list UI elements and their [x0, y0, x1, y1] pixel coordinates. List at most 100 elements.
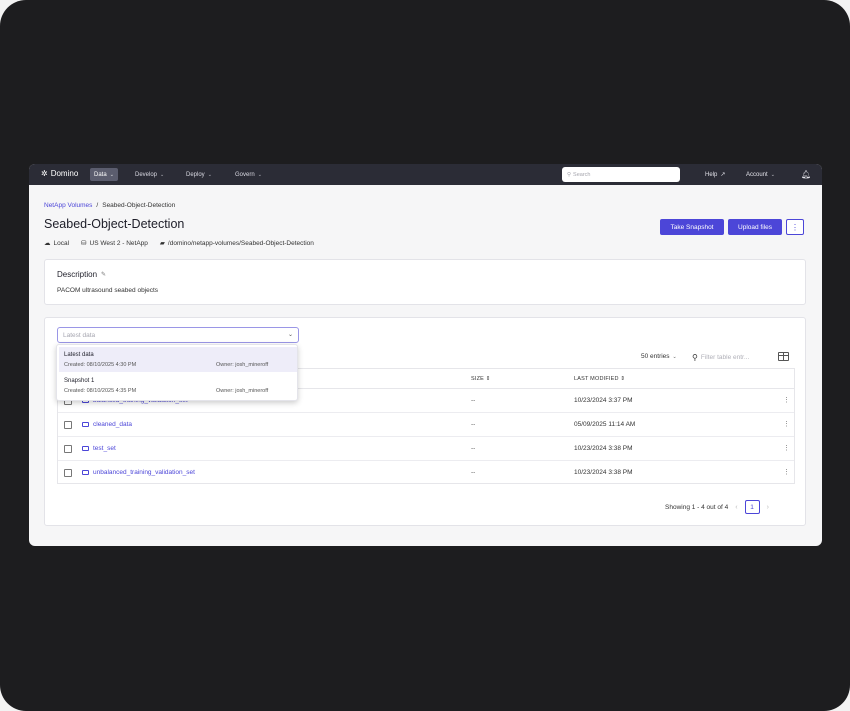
folder-link[interactable]: cleaned_data	[82, 421, 132, 428]
cloud-icon: ☁	[44, 240, 51, 247]
description-title: Description	[57, 270, 98, 279]
chevron-down-icon: ⌄	[207, 171, 212, 178]
folder-link[interactable]: test_set	[82, 445, 116, 452]
search-icon: ⚲	[567, 171, 572, 178]
take-snapshot-button[interactable]: Take Snapshot	[660, 219, 724, 235]
folder-icon	[82, 446, 89, 451]
top-nav: ✲ Domino Data ⌄ Develop ⌄ Deploy ⌄ Govern ⌄ …	[29, 164, 822, 185]
row-menu-icon[interactable]: ⋮	[783, 444, 790, 452]
meta-region: ⛁ US West 2 - NetApp	[81, 239, 148, 247]
row-menu-icon[interactable]: ⋮	[783, 468, 790, 476]
row-menu-icon[interactable]: ⋮	[783, 420, 790, 428]
row-modified: 10/23/2024 3:38 PM	[574, 469, 633, 476]
row-size: --	[471, 469, 476, 476]
row-menu-icon[interactable]: ⋮	[783, 396, 790, 404]
row-checkbox[interactable]	[64, 445, 72, 453]
table-row[interactable]: unbalanced_training_validation_set -- 10…	[58, 461, 794, 485]
account-label: Account	[746, 171, 768, 178]
row-checkbox[interactable]	[64, 421, 72, 429]
region-text: US West 2 - NetApp	[89, 240, 148, 247]
search-placeholder: Search	[573, 171, 591, 178]
folder-link[interactable]: unbalanced_training_validation_set	[82, 469, 195, 476]
help-label: Help	[705, 171, 718, 178]
entries-select[interactable]: 50 entries ⌄	[641, 353, 677, 360]
chevron-down-icon: ⌄	[287, 332, 293, 338]
filter-placeholder: Filter table entr...	[700, 354, 750, 361]
page-title: Seabed-Object-Detection	[44, 217, 185, 231]
breadcrumb-separator: /	[96, 202, 99, 209]
notifications-icon[interactable]: 🔔︎	[801, 168, 811, 181]
breadcrumb-current: Seabed-Object-Detection	[102, 202, 176, 209]
folder-icon	[82, 470, 89, 475]
row-size: --	[471, 397, 476, 404]
row-checkbox[interactable]	[64, 469, 72, 477]
entries-label: 50 entries	[641, 353, 670, 360]
edit-pencil-icon[interactable]: ✎	[101, 271, 106, 278]
meta-location: ☁ Local	[44, 239, 69, 247]
row-modified: 10/23/2024 3:38 PM	[574, 445, 633, 452]
nav-govern[interactable]: Govern ⌄	[231, 168, 266, 181]
description-body: PACOM ultrasound seabed objects	[57, 287, 159, 294]
folder-name: unbalanced_training_validation_set	[93, 469, 195, 476]
help-link[interactable]: Help ↗	[705, 168, 725, 181]
filter-table-input[interactable]: ⚲ Filter table entr...	[692, 353, 749, 362]
account-menu[interactable]: Account ⌄	[746, 168, 775, 181]
row-modified: 10/23/2024 3:37 PM	[574, 397, 633, 404]
chevron-down-icon: ⌄	[257, 171, 262, 178]
column-last-modified[interactable]: LAST MODIFIED ⇕	[574, 376, 625, 382]
option-owner: Owner: josh_mineroff	[216, 388, 269, 394]
snapshot-select-value: Latest data	[63, 331, 96, 339]
volume-meta: ☁ Local ⛁ US West 2 - NetApp ▰/domino/neta…	[44, 239, 314, 247]
chevron-down-icon: ⌄	[160, 171, 165, 178]
row-size: --	[471, 421, 476, 428]
page-1-button[interactable]: 1	[744, 500, 760, 514]
breadcrumb: NetApp Volumes / Seabed-Object-Detection	[44, 202, 175, 209]
path-text: /domino/netapp-volumes/Seabed-Object-Det…	[167, 240, 314, 247]
table-row[interactable]: test_set -- 10/23/2024 3:38 PM ⋮	[58, 437, 794, 461]
column-size[interactable]: SIZE ⇕	[471, 376, 491, 382]
more-options-button[interactable]: ⋮	[786, 219, 804, 235]
snapshot-option-1[interactable]: Snapshot 1 Created: 08/10/2025 4:35 PM O…	[59, 373, 297, 398]
screen-frame: ✲ Domino Data ⌄ Develop ⌄ Deploy ⌄ Govern ⌄ …	[0, 0, 850, 711]
snapshot-dropdown-menu: Latest data Created: 08/10/2025 4:30 PM …	[56, 344, 298, 401]
option-created: Created: 08/10/2025 4:30 PM	[64, 362, 137, 368]
global-search-input[interactable]: ⚲ Search	[562, 167, 680, 182]
meta-path: ▰/domino/netapp-volumes/Seabed-Object-De…	[160, 239, 314, 247]
domino-logo-icon: ✲	[41, 169, 48, 178]
folder-name: cleaned_data	[93, 421, 133, 428]
snapshot-select[interactable]: Latest data ⌄	[57, 327, 299, 343]
chevron-down-icon: ⌄	[109, 171, 114, 178]
pagination: Showing 1 - 4 out of 4 ‹ 1 ›	[665, 500, 769, 514]
domino-logo[interactable]: ✲ Domino	[41, 169, 78, 178]
table-row[interactable]: cleaned_data -- 05/09/2025 11:14 AM ⋮	[58, 413, 794, 437]
snapshot-option-latest[interactable]: Latest data Created: 08/10/2025 4:30 PM …	[59, 347, 297, 372]
nav-deploy[interactable]: Deploy ⌄	[182, 168, 216, 181]
nav-deploy-label: Deploy	[186, 171, 205, 178]
option-owner: Owner: josh_mineroff	[216, 362, 269, 368]
nav-develop[interactable]: Develop ⌄	[131, 168, 168, 181]
sort-icon: ⇕	[620, 376, 626, 382]
external-link-icon: ↗	[720, 172, 726, 178]
description-card: Description ✎ PACOM ultrasound seabed ob…	[44, 259, 806, 305]
chevron-down-icon: ⌄	[770, 171, 775, 178]
option-name: Latest data	[64, 352, 94, 358]
nav-data[interactable]: Data ⌄	[90, 168, 118, 181]
next-page-icon[interactable]: ›	[767, 504, 769, 511]
nav-data-label: Data	[94, 171, 107, 178]
search-icon: ⚲	[692, 353, 698, 362]
storage-icon: ⛁	[81, 240, 87, 247]
nav-govern-label: Govern	[235, 171, 255, 178]
logo-text: Domino	[50, 169, 79, 178]
breadcrumb-netapp-volumes[interactable]: NetApp Volumes	[44, 202, 92, 209]
description-heading: Description ✎	[57, 270, 106, 279]
chevron-down-icon: ⌄	[672, 353, 677, 360]
folder-icon	[82, 422, 89, 427]
columns-toggle-icon[interactable]	[778, 352, 789, 361]
nav-develop-label: Develop	[135, 171, 158, 178]
option-created: Created: 08/10/2025 4:35 PM	[64, 388, 137, 394]
upload-files-button[interactable]: Upload files	[728, 219, 782, 235]
option-name: Snapshot 1	[64, 378, 95, 384]
prev-page-icon[interactable]: ‹	[735, 504, 737, 511]
column-size-label: SIZE	[471, 376, 485, 382]
column-last-modified-label: LAST MODIFIED	[574, 376, 619, 382]
